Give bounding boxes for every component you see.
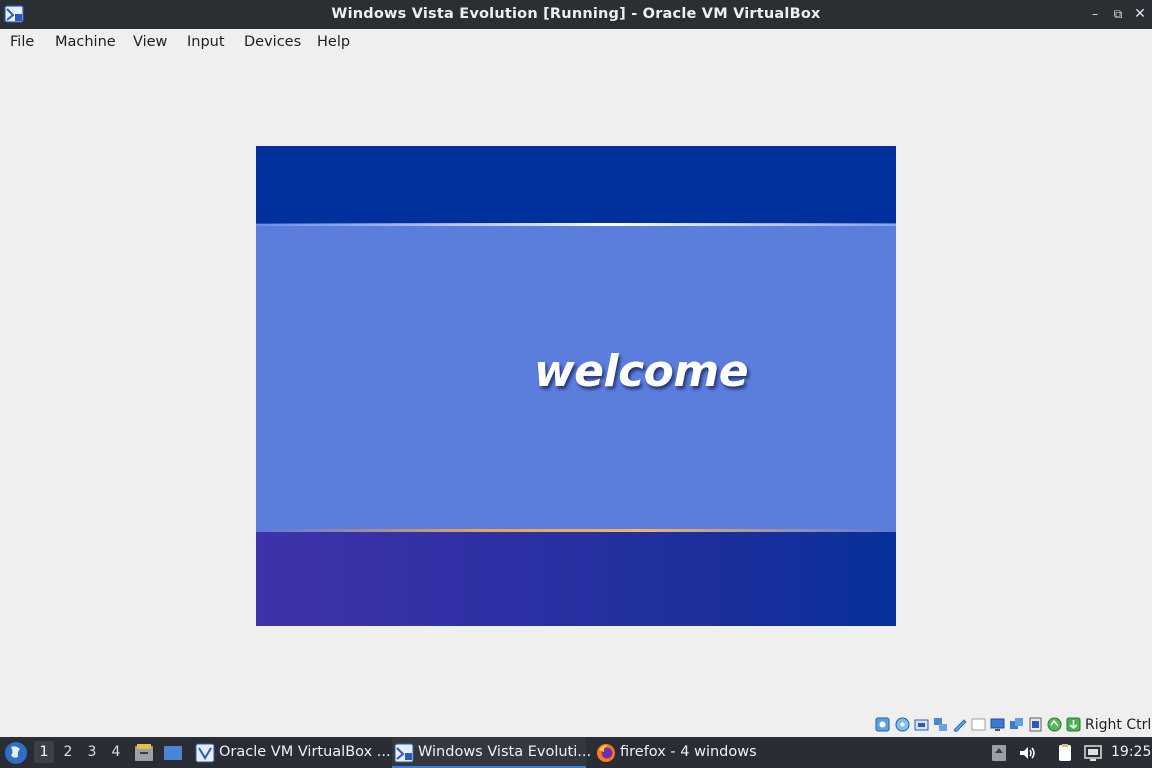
task-label: Windows Vista Evoluti... bbox=[418, 744, 592, 760]
shared-folders-icon[interactable] bbox=[971, 717, 986, 732]
close-button[interactable]: ✕ bbox=[1133, 7, 1147, 21]
vm-status-bar: Right Ctrl bbox=[0, 713, 1152, 737]
menu-machine[interactable]: Machine bbox=[55, 34, 116, 50]
task-label: Oracle VM VirtualBox ... bbox=[219, 744, 391, 760]
start-menu-icon[interactable] bbox=[4, 741, 28, 765]
workspace-1[interactable]: 1 bbox=[34, 741, 54, 763]
file-manager-icon[interactable] bbox=[134, 743, 154, 763]
network-connection-icon[interactable] bbox=[1083, 743, 1103, 763]
menu-file[interactable]: File bbox=[10, 34, 34, 50]
workspace-4[interactable]: 4 bbox=[106, 744, 126, 760]
volume-icon[interactable] bbox=[1017, 743, 1037, 763]
usb-icon[interactable] bbox=[952, 717, 967, 732]
mouse-integration-icon[interactable] bbox=[1047, 717, 1062, 732]
keyboard-capture-icon[interactable] bbox=[1066, 717, 1081, 732]
menu-devices[interactable]: Devices bbox=[244, 34, 301, 50]
host-key-label[interactable]: Right Ctrl bbox=[1085, 717, 1151, 733]
desktop-taskbar: 1 2 3 4 Oracle VM VirtualBox ... Windows… bbox=[0, 737, 1152, 768]
clock[interactable]: 19:25 bbox=[1111, 744, 1151, 760]
virtualbox-vm-icon bbox=[394, 743, 414, 763]
virtualbox-icon bbox=[195, 743, 215, 763]
maximize-button[interactable]: ⧉ bbox=[1111, 7, 1125, 21]
minimize-button[interactable]: – bbox=[1088, 7, 1102, 21]
show-desktop-icon[interactable] bbox=[163, 743, 183, 763]
welcome-top-band bbox=[256, 146, 896, 224]
hard-disk-icon[interactable] bbox=[875, 717, 890, 732]
workspace-3[interactable]: 3 bbox=[82, 744, 102, 760]
updates-icon[interactable] bbox=[989, 743, 1009, 763]
menu-view[interactable]: View bbox=[133, 34, 167, 50]
audio-icon[interactable] bbox=[914, 717, 929, 732]
cpu-icon[interactable] bbox=[1028, 717, 1043, 732]
network-icon[interactable] bbox=[933, 717, 948, 732]
workspace-2[interactable]: 2 bbox=[58, 744, 78, 760]
menu-help[interactable]: Help bbox=[317, 34, 350, 50]
task-label: firefox - 4 windows bbox=[620, 744, 757, 760]
task-firefox[interactable]: firefox - 4 windows bbox=[594, 737, 759, 768]
display-icon[interactable] bbox=[990, 717, 1005, 732]
clipboard-icon[interactable] bbox=[1055, 743, 1075, 763]
task-oracle-vm-virtualbox[interactable]: Oracle VM VirtualBox ... bbox=[193, 737, 391, 768]
menubar: File Machine View Input Devices Help bbox=[0, 29, 1152, 57]
task-windows-vista-evolution[interactable]: Windows Vista Evoluti... bbox=[392, 737, 591, 768]
optical-drive-icon[interactable] bbox=[895, 717, 910, 732]
welcome-text: welcome bbox=[534, 346, 749, 397]
firefox-icon bbox=[597, 744, 615, 762]
window-title: Windows Vista Evolution [Running] - Orac… bbox=[331, 6, 821, 22]
recording-icon[interactable] bbox=[1009, 717, 1024, 732]
window-titlebar: Windows Vista Evolution [Running] - Orac… bbox=[0, 0, 1152, 29]
welcome-bottom-band bbox=[256, 532, 896, 626]
vm-guest-display[interactable]: welcome bbox=[256, 146, 896, 626]
menu-input[interactable]: Input bbox=[187, 34, 225, 50]
